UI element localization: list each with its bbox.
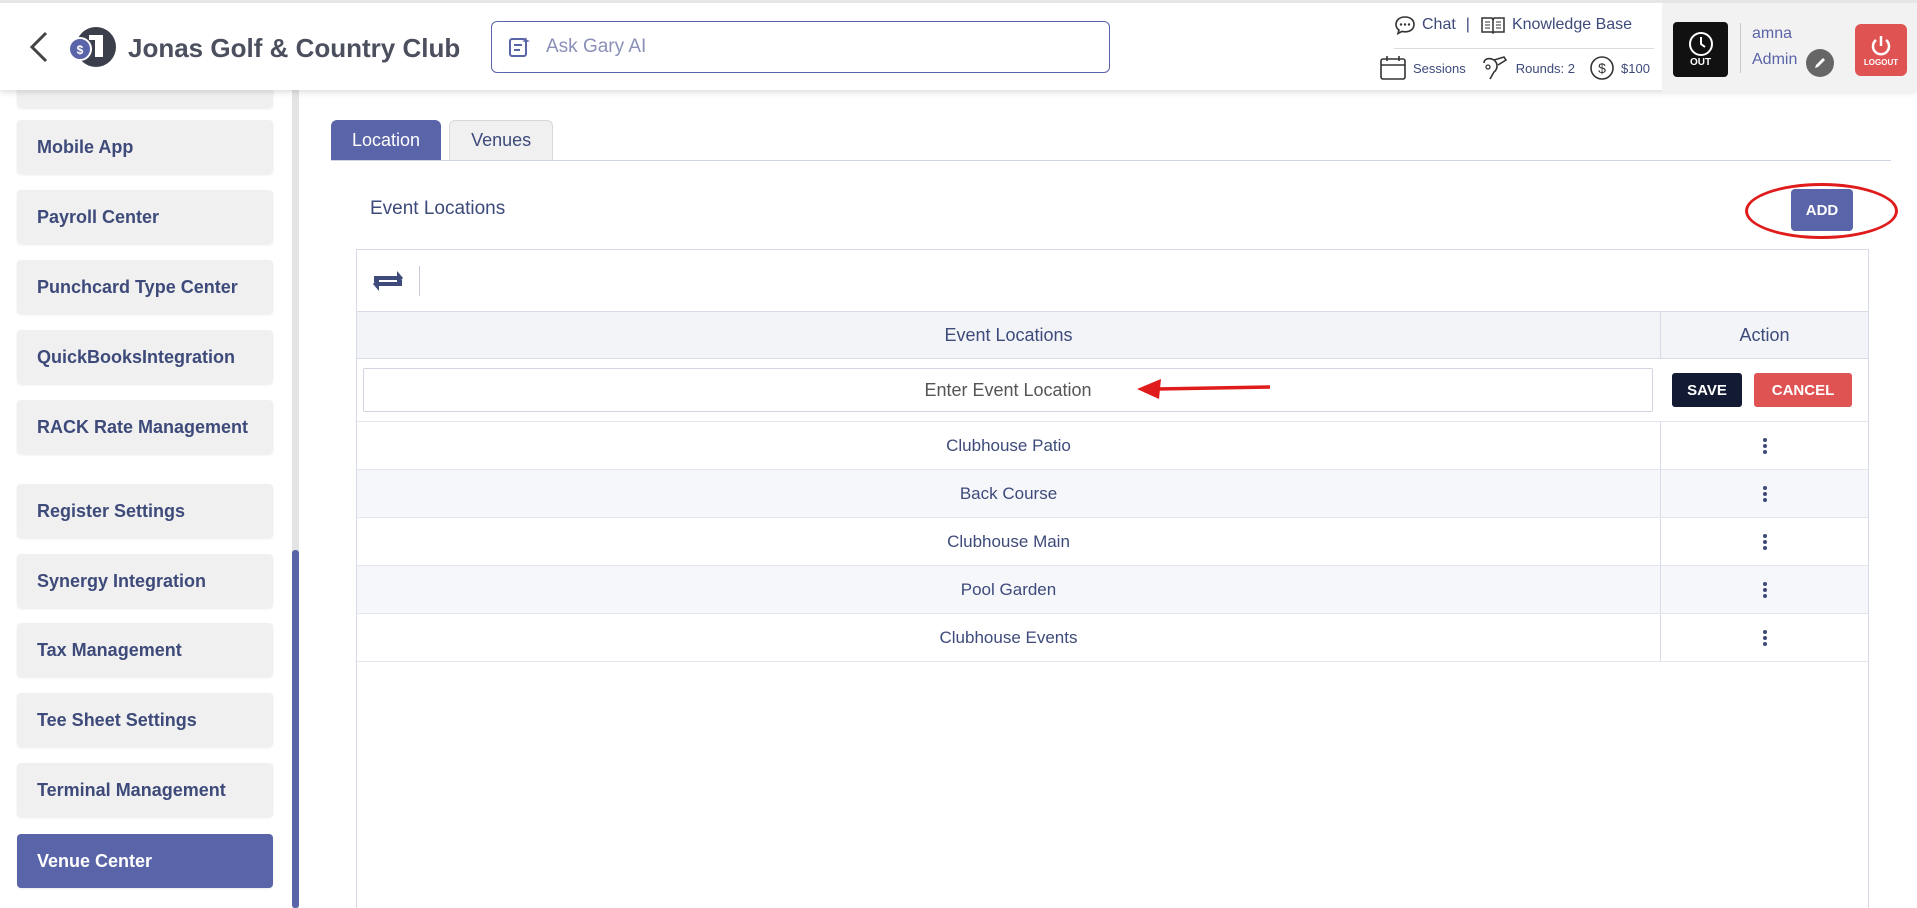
rounds-label: Rounds: 2 [1515, 60, 1576, 76]
book-icon [1481, 17, 1505, 35]
user-role: Admin [1752, 51, 1798, 68]
club-name: Jonas Golf & Country Club [128, 33, 461, 63]
dollar-icon: $ [1590, 56, 1614, 80]
user-separator [1740, 23, 1741, 73]
top-header: $ Jonas Golf & Country Club Chat | [0, 0, 1917, 93]
link-separator: | [1465, 16, 1470, 33]
save-button[interactable]: SAVE [1672, 373, 1742, 407]
ask-gary-input[interactable] [546, 36, 1066, 58]
sidebar-item-register-settings[interactable]: Register Settings [17, 484, 273, 538]
chat-label: Chat [1422, 16, 1456, 33]
user-name: amna [1752, 25, 1793, 42]
new-location-actions: SAVE CANCEL [1659, 359, 1852, 421]
ai-note-icon [509, 37, 530, 57]
header-divider [1394, 48, 1654, 49]
club-logo: $ [68, 25, 116, 69]
locations-table: Event Locations Action SAVE CANCEL Clubh… [356, 249, 1869, 908]
top-links: Chat | Knowledge Base [1394, 15, 1632, 35]
rounds-link[interactable]: Rounds: 2 [1480, 55, 1575, 81]
action-cell [1661, 614, 1868, 661]
edit-profile-button[interactable] [1806, 49, 1834, 77]
balance-link[interactable]: $ $100 [1589, 55, 1650, 81]
chat-icon [1395, 16, 1415, 35]
chat-link[interactable]: Chat [1394, 15, 1456, 35]
table-row: Clubhouse Events [357, 614, 1868, 662]
logout-label: LOGOUT [1863, 57, 1899, 67]
sidebar-item-tax-management[interactable]: Tax Management [17, 623, 273, 677]
status-links: Sessions Rounds: 2 $ $100 [1379, 55, 1650, 81]
sidebar-item-tee-sheet-settings[interactable]: Tee Sheet Settings [17, 693, 273, 747]
knowledge-base-label: Knowledge Base [1511, 16, 1633, 33]
tab-bar: Location Venues [331, 120, 554, 160]
tab-venues[interactable]: Venues [449, 120, 554, 160]
table-header: Event Locations Action [357, 311, 1868, 359]
clock-out-button[interactable]: OUT [1673, 22, 1728, 77]
sidebar: Mobile App Payroll Center Punchcard Type… [0, 54, 300, 908]
pencil-icon [1815, 58, 1825, 68]
table-row: Clubhouse Patio [357, 422, 1868, 470]
sidebar-item-punchcard-type-center[interactable]: Punchcard Type Center [17, 260, 273, 314]
sidebar-item-venue-center[interactable]: Venue Center [17, 834, 273, 888]
table-row: Pool Garden [357, 566, 1868, 614]
action-cell [1661, 422, 1868, 469]
sidebar-item-payroll-center[interactable]: Payroll Center [17, 190, 273, 244]
chevron-left-icon [29, 31, 48, 63]
sidebar-scrollbar-thumb[interactable] [292, 550, 299, 908]
sidebar-item-synergy-integration[interactable]: Synergy Integration [17, 554, 273, 608]
table-row: Clubhouse Main [357, 518, 1868, 566]
action-cell [1661, 518, 1868, 565]
column-header-action: Action [1739, 324, 1790, 345]
table-toolbar [357, 250, 1868, 311]
annotation-circle [1745, 183, 1898, 239]
more-vertical-icon[interactable] [1755, 482, 1775, 506]
refresh-icon[interactable] [371, 268, 405, 294]
cancel-button[interactable]: CANCEL [1754, 373, 1852, 407]
power-icon [1871, 35, 1891, 55]
tab-location[interactable]: Location [331, 120, 442, 160]
toolbar-separator [419, 265, 420, 296]
sessions-link[interactable]: Sessions [1379, 55, 1466, 81]
clock-out-label: OUT [1689, 57, 1712, 68]
new-location-row: SAVE CANCEL [357, 359, 1868, 422]
event-location-input[interactable] [363, 368, 1653, 412]
new-location-cell [357, 359, 1659, 421]
action-cell [1661, 566, 1868, 613]
location-cell: Clubhouse Main [357, 518, 1661, 565]
tab-divider [331, 160, 1891, 161]
table-row: Back Course [357, 470, 1868, 518]
svg-text:$: $ [77, 43, 84, 57]
balance-label: $100 [1621, 60, 1650, 76]
svg-text:$: $ [1598, 60, 1606, 76]
more-vertical-icon[interactable] [1755, 626, 1775, 650]
table-body: Clubhouse Patio Back Course Clubhouse Ma… [357, 422, 1868, 662]
sessions-label: Sessions [1413, 60, 1466, 76]
location-cell: Clubhouse Events [357, 614, 1661, 661]
sidebar-item-quickbooks-integration[interactable]: QuickBooksIntegration [17, 330, 273, 384]
location-cell: Pool Garden [357, 566, 1661, 613]
annotation-arrow-icon [1137, 379, 1271, 399]
golf-bag-icon [1482, 56, 1507, 80]
back-button[interactable] [24, 29, 54, 65]
sidebar-item-rack-rate-management[interactable]: RACK Rate Management [17, 400, 273, 454]
more-vertical-icon[interactable] [1755, 434, 1775, 458]
section-title: Event Locations [370, 198, 506, 219]
logout-button[interactable]: LOGOUT [1855, 24, 1907, 76]
more-vertical-icon[interactable] [1755, 530, 1775, 554]
sidebar-item-terminal-management[interactable]: Terminal Management [17, 763, 273, 817]
ask-gary-search[interactable] [491, 21, 1110, 73]
sidebar-item-mobile-app[interactable]: Mobile App [17, 120, 273, 174]
clock-icon [1688, 32, 1713, 56]
knowledge-base-link[interactable]: Knowledge Base [1480, 15, 1632, 35]
more-vertical-icon[interactable] [1755, 578, 1775, 602]
action-cell [1661, 470, 1868, 517]
location-cell: Clubhouse Patio [357, 422, 1661, 469]
column-header-locations[interactable]: Event Locations [357, 312, 1661, 358]
calendar-icon [1380, 56, 1406, 80]
location-cell: Back Course [357, 470, 1661, 517]
